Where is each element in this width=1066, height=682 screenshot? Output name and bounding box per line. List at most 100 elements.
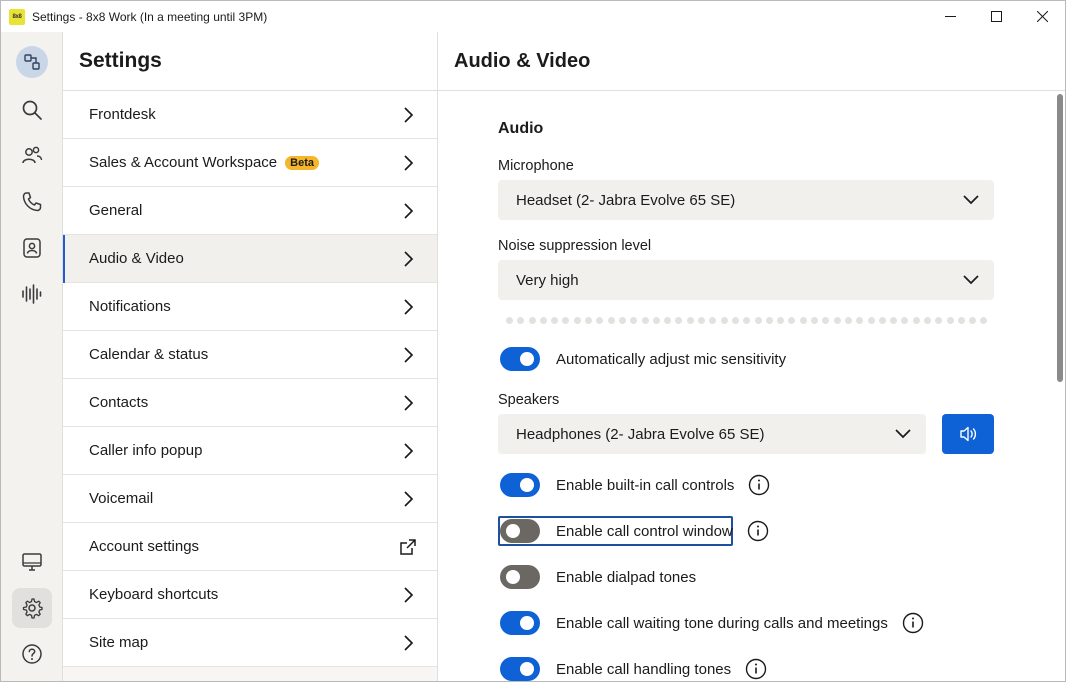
level-dot (698, 317, 706, 324)
settings-item-sales-and-account-workspace[interactable]: Sales & Account Workspace Beta (63, 139, 437, 187)
presence-icon (24, 54, 40, 70)
minimize-icon (944, 16, 956, 17)
enable-call-waiting-tone-during-calls-and-meetings-toggle[interactable] (500, 611, 540, 635)
level-dot (844, 317, 852, 324)
settings-item-site-map[interactable]: Site map (63, 619, 437, 667)
level-dot (652, 317, 660, 324)
chevron-right-icon (399, 298, 417, 320)
search-button[interactable] (12, 90, 52, 130)
toggle-knob (506, 570, 520, 584)
level-dot (641, 317, 649, 324)
level-dot (777, 317, 785, 324)
microphone-label: Microphone (498, 158, 574, 174)
enable-call-waiting-tone-during-calls-and-meetings-row: Enable call waiting tone during calls an… (500, 609, 924, 637)
settings-item-caller-info-popup[interactable]: Caller info popup (63, 427, 437, 475)
settings-item-account-settings[interactable]: Account settings (63, 523, 437, 571)
directory-button[interactable] (12, 228, 52, 268)
enable-dialpad-tones-toggle[interactable] (500, 565, 540, 589)
close-button[interactable] (1019, 1, 1065, 32)
level-dot (709, 317, 717, 324)
level-dot (833, 317, 841, 324)
settings-item-label: Keyboard shortcuts (89, 586, 219, 603)
settings-item-contacts[interactable]: Contacts (63, 379, 437, 427)
level-dot (562, 317, 570, 324)
settings-item-label: Site map (89, 634, 149, 651)
settings-item-voicemail[interactable]: Voicemail (63, 475, 437, 523)
enable-call-control-window-label: Enable call control window (556, 522, 733, 540)
level-dot (867, 317, 875, 324)
toggle-knob (520, 478, 534, 492)
settings-item-audio-and-video[interactable]: Audio & Video (63, 235, 437, 283)
calls-button[interactable] (12, 182, 52, 222)
settings-item-label: Sales & Account Workspace (89, 154, 278, 171)
chevron-right-icon (399, 106, 417, 128)
chevron-right-icon (399, 394, 417, 416)
presence-avatar-button[interactable] (16, 46, 48, 78)
audio-section-title: Audio (498, 120, 544, 137)
level-dot (923, 317, 931, 324)
info-icon[interactable] (748, 474, 770, 496)
people-icon (22, 146, 43, 164)
speakers-label: Speakers (498, 392, 560, 408)
settings-menu: Frontdesk Sales & Account Workspace Beta Ge… (63, 91, 437, 667)
settings-item-notifications[interactable]: Notifications (63, 283, 437, 331)
test-speaker-button[interactable] (942, 414, 994, 454)
settings-item-frontdesk[interactable]: Frontdesk (63, 91, 437, 139)
mic-level-meter (506, 317, 988, 325)
minimize-button[interactable] (927, 1, 973, 32)
auto-adjust-mic-toggle[interactable] (500, 347, 540, 371)
contact-card-icon (23, 238, 41, 258)
contacts-button[interactable] (12, 136, 52, 176)
settings-item-label: General (89, 202, 143, 219)
noise-suppression-select[interactable]: Very high (498, 260, 994, 300)
level-dot (822, 317, 830, 324)
info-icon[interactable] (747, 520, 769, 542)
level-dot (607, 317, 615, 324)
toggle-knob (506, 524, 520, 538)
info-icon[interactable] (745, 658, 767, 680)
level-dot (811, 317, 819, 324)
chevron-right-icon (399, 634, 417, 656)
chevron-down-icon (895, 429, 911, 439)
info-icon[interactable] (902, 612, 924, 634)
microphone-select[interactable]: Headset (2- Jabra Evolve 65 SE) (498, 180, 994, 220)
level-dot (935, 317, 943, 324)
enable-call-control-window-toggle[interactable] (500, 519, 540, 543)
help-button[interactable] (12, 634, 52, 674)
settings-item-label: Contacts (89, 394, 149, 411)
enable-built-in-call-controls-row: Enable built-in call controls (500, 471, 770, 499)
waveform-icon (22, 284, 42, 304)
page-title: Audio & Video (438, 32, 1065, 91)
level-dot (799, 317, 807, 324)
level-dot (517, 317, 525, 324)
enable-built-in-call-controls-toggle[interactable] (500, 473, 540, 497)
level-dot (743, 317, 751, 324)
toggle-knob (520, 616, 534, 630)
settings-button[interactable] (12, 588, 52, 628)
level-dot (551, 317, 559, 324)
desktop-button[interactable] (12, 542, 52, 582)
settings-item-label: Account settings (89, 538, 200, 555)
level-dot (720, 317, 728, 324)
scrollbar[interactable] (1057, 94, 1063, 382)
settings-title: Settings (63, 32, 437, 91)
toggle-knob (520, 352, 534, 366)
settings-item-calendar-and-status[interactable]: Calendar & status (63, 331, 437, 379)
auto-adjust-mic-row: Automatically adjust mic sensitivity (500, 345, 786, 373)
voicemail-audio-button[interactable] (12, 274, 52, 314)
chevron-down-icon (963, 275, 979, 285)
enable-call-handling-tones-toggle[interactable] (500, 657, 540, 681)
nav-rail (1, 32, 63, 681)
level-dot (878, 317, 886, 324)
settings-item-label: Calendar & status (89, 346, 209, 363)
chevron-right-icon (399, 586, 417, 608)
chevron-right-icon (399, 490, 417, 512)
settings-item-general[interactable]: General (63, 187, 437, 235)
settings-item-keyboard-shortcuts[interactable]: Keyboard shortcuts (63, 571, 437, 619)
level-dot (596, 317, 604, 324)
level-dot (969, 317, 977, 324)
audio-video-panel: Audio & Video Audio Microphone Headset (… (438, 32, 1065, 681)
level-dot (901, 317, 909, 324)
maximize-button[interactable] (973, 1, 1019, 32)
speakers-select[interactable]: Headphones (2- Jabra Evolve 65 SE) (498, 414, 926, 454)
